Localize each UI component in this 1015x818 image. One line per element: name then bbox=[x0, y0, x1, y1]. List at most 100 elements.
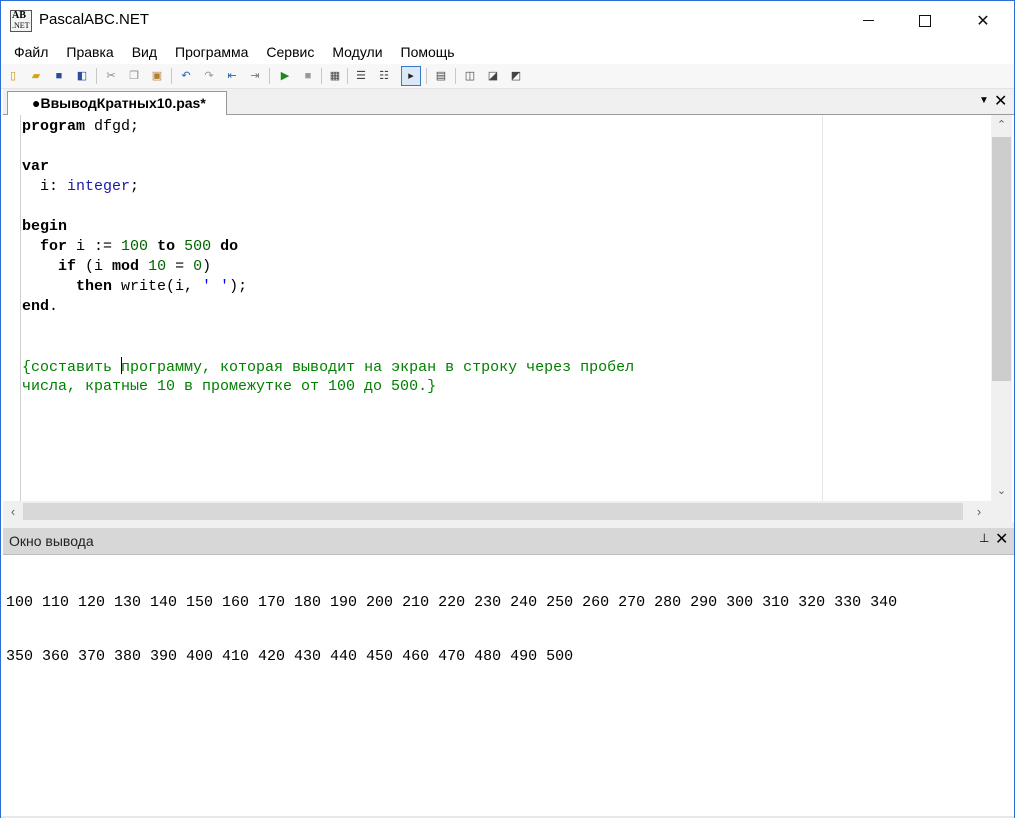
code-token: ); bbox=[229, 278, 248, 295]
code-token: if bbox=[58, 258, 77, 275]
format-icon[interactable]: ◫ bbox=[462, 68, 478, 84]
code-token: = bbox=[166, 258, 194, 275]
minimize-button[interactable] bbox=[839, 1, 897, 40]
menu-edit[interactable]: Правка bbox=[57, 40, 122, 64]
window-title: PascalABC.NET bbox=[39, 11, 150, 28]
output-line: 100 110 120 130 140 150 160 170 180 190 … bbox=[6, 594, 898, 611]
code-token: i := bbox=[67, 238, 122, 255]
code-token: end bbox=[22, 298, 50, 315]
bookmark-icon[interactable]: ◪ bbox=[485, 68, 501, 84]
output-panel[interactable]: 100 110 120 130 140 150 160 170 180 190 … bbox=[3, 554, 1014, 816]
code-line: i: integer; bbox=[22, 177, 634, 197]
debug-icon[interactable]: ▤ bbox=[433, 68, 449, 84]
code-token: (i bbox=[76, 258, 113, 275]
output-text: 100 110 120 130 140 150 160 170 180 190 … bbox=[6, 558, 897, 702]
close-icon[interactable]: ✕ bbox=[995, 529, 1008, 549]
close-icon: ✕ bbox=[976, 12, 990, 30]
cut-icon[interactable]: ✂ bbox=[103, 68, 119, 84]
indent-icon[interactable]: ⇤ bbox=[224, 68, 240, 84]
scroll-down-icon[interactable]: ⌄ bbox=[991, 481, 1012, 501]
toolbar-separator bbox=[269, 68, 270, 84]
code-line: var bbox=[22, 157, 634, 177]
menu-view[interactable]: Вид bbox=[123, 40, 166, 64]
paste-icon[interactable]: ▣ bbox=[149, 68, 165, 84]
scroll-up-icon[interactable]: ⌃ bbox=[991, 115, 1012, 135]
code-token: mod bbox=[112, 258, 140, 275]
code-token: 100 bbox=[121, 238, 149, 255]
code-token: var bbox=[22, 158, 50, 175]
code-token: i: bbox=[22, 178, 68, 195]
editor-gutter bbox=[3, 115, 21, 501]
minimize-icon bbox=[862, 20, 874, 21]
code-token: then bbox=[76, 278, 113, 295]
open-folder-icon[interactable]: ▰ bbox=[28, 68, 44, 84]
code-line: end. bbox=[22, 297, 634, 317]
toolbar-separator bbox=[96, 68, 97, 84]
stop-icon[interactable]: ■ bbox=[300, 68, 316, 84]
output-window-icon[interactable]: ▸ bbox=[401, 66, 421, 86]
code-token: write(i, bbox=[112, 278, 203, 295]
menu-program[interactable]: Программа bbox=[166, 40, 257, 64]
menu-modules[interactable]: Модули bbox=[323, 40, 391, 64]
pin-icon[interactable]: ⊥ bbox=[979, 531, 989, 545]
output-panel-header: Окно вывода ⊥ ✕ bbox=[3, 528, 1014, 554]
toolbar-separator bbox=[426, 68, 427, 84]
unindent-icon[interactable]: ⇥ bbox=[247, 68, 263, 84]
tab-list-dropdown-icon[interactable]: ▼ bbox=[979, 95, 989, 106]
save-all-icon[interactable]: ◧ bbox=[74, 68, 90, 84]
code-token: for bbox=[40, 238, 68, 255]
new-file-icon[interactable]: ▯ bbox=[5, 68, 21, 84]
scroll-thumb[interactable] bbox=[23, 503, 963, 520]
code-token: программу, которая выводит на экран в ст… bbox=[121, 359, 635, 376]
toolbar-separator bbox=[321, 68, 322, 84]
redo-icon[interactable]: ↷ bbox=[201, 68, 217, 84]
code-line: числа, кратные 10 в промежутке от 100 до… bbox=[22, 377, 634, 397]
copy-icon[interactable]: ❐ bbox=[126, 68, 142, 84]
maximize-button[interactable] bbox=[896, 1, 954, 40]
toolbar-separator bbox=[347, 68, 348, 84]
save-icon[interactable]: ■ bbox=[51, 68, 67, 84]
scroll-right-icon[interactable]: › bbox=[969, 501, 989, 522]
toolbar: ▯ ▰ ■ ◧ ✂ ❐ ▣ ↶ ↷ ⇤ ⇥ ▶ ■ ▦ ☰ ☷ ▸ ▤ ◫ ◪ … bbox=[1, 64, 1014, 89]
code-token: integer bbox=[67, 178, 131, 195]
replace-icon[interactable]: ◩ bbox=[508, 68, 524, 84]
undo-icon[interactable]: ↶ bbox=[178, 68, 194, 84]
maximize-icon bbox=[919, 14, 931, 27]
code-token: 10 bbox=[148, 258, 167, 275]
run-icon[interactable]: ▶ bbox=[277, 68, 293, 84]
menu-file[interactable]: Файл bbox=[5, 40, 57, 64]
code-token: {составить bbox=[22, 359, 122, 376]
app-logo-icon: AB .NET bbox=[10, 10, 32, 32]
code-token: to bbox=[157, 238, 176, 255]
main-window: AB .NET PascalABC.NET ✕ Файл Правка Вид П… bbox=[0, 0, 1015, 818]
menu-service[interactable]: Сервис bbox=[257, 40, 323, 64]
editor-vertical-scrollbar[interactable]: ⌃ ⌄ bbox=[991, 115, 1012, 501]
scroll-thumb[interactable] bbox=[992, 137, 1011, 381]
code-editor[interactable]: program dfgd; var i: integer; begin for i … bbox=[3, 115, 991, 501]
code-line: for i := 100 to 500 do bbox=[22, 237, 634, 257]
menu-help[interactable]: Помощь bbox=[392, 40, 464, 64]
editor-horizontal-scrollbar[interactable]: ‹ › bbox=[3, 501, 991, 522]
scroll-left-icon[interactable]: ‹ bbox=[3, 501, 23, 522]
toolbar-separator bbox=[171, 68, 172, 84]
tab-active-file[interactable]: ●ВвыводКратных10.pas* bbox=[7, 91, 227, 115]
code-token: 0 bbox=[193, 258, 203, 275]
editor-right-margin bbox=[822, 115, 823, 501]
compile-icon[interactable]: ▦ bbox=[327, 68, 343, 84]
code-text[interactable]: program dfgd; var i: integer; begin for i … bbox=[22, 117, 634, 397]
close-button[interactable]: ✕ bbox=[954, 1, 1012, 40]
step-over-icon[interactable]: ☰ bbox=[353, 68, 369, 84]
code-token: . bbox=[49, 298, 59, 315]
output-panel-title: Окно вывода bbox=[9, 533, 94, 549]
code-token: числа, кратные 10 в промежутке от 100 до… bbox=[22, 378, 437, 395]
tab-close-icon[interactable]: ✕ bbox=[994, 91, 1007, 111]
code-line: program dfgd; bbox=[22, 117, 634, 137]
step-into-icon[interactable]: ☷ bbox=[376, 68, 392, 84]
document-tabs: ●ВвыводКратных10.pas* ▼ ✕ bbox=[3, 89, 1014, 115]
